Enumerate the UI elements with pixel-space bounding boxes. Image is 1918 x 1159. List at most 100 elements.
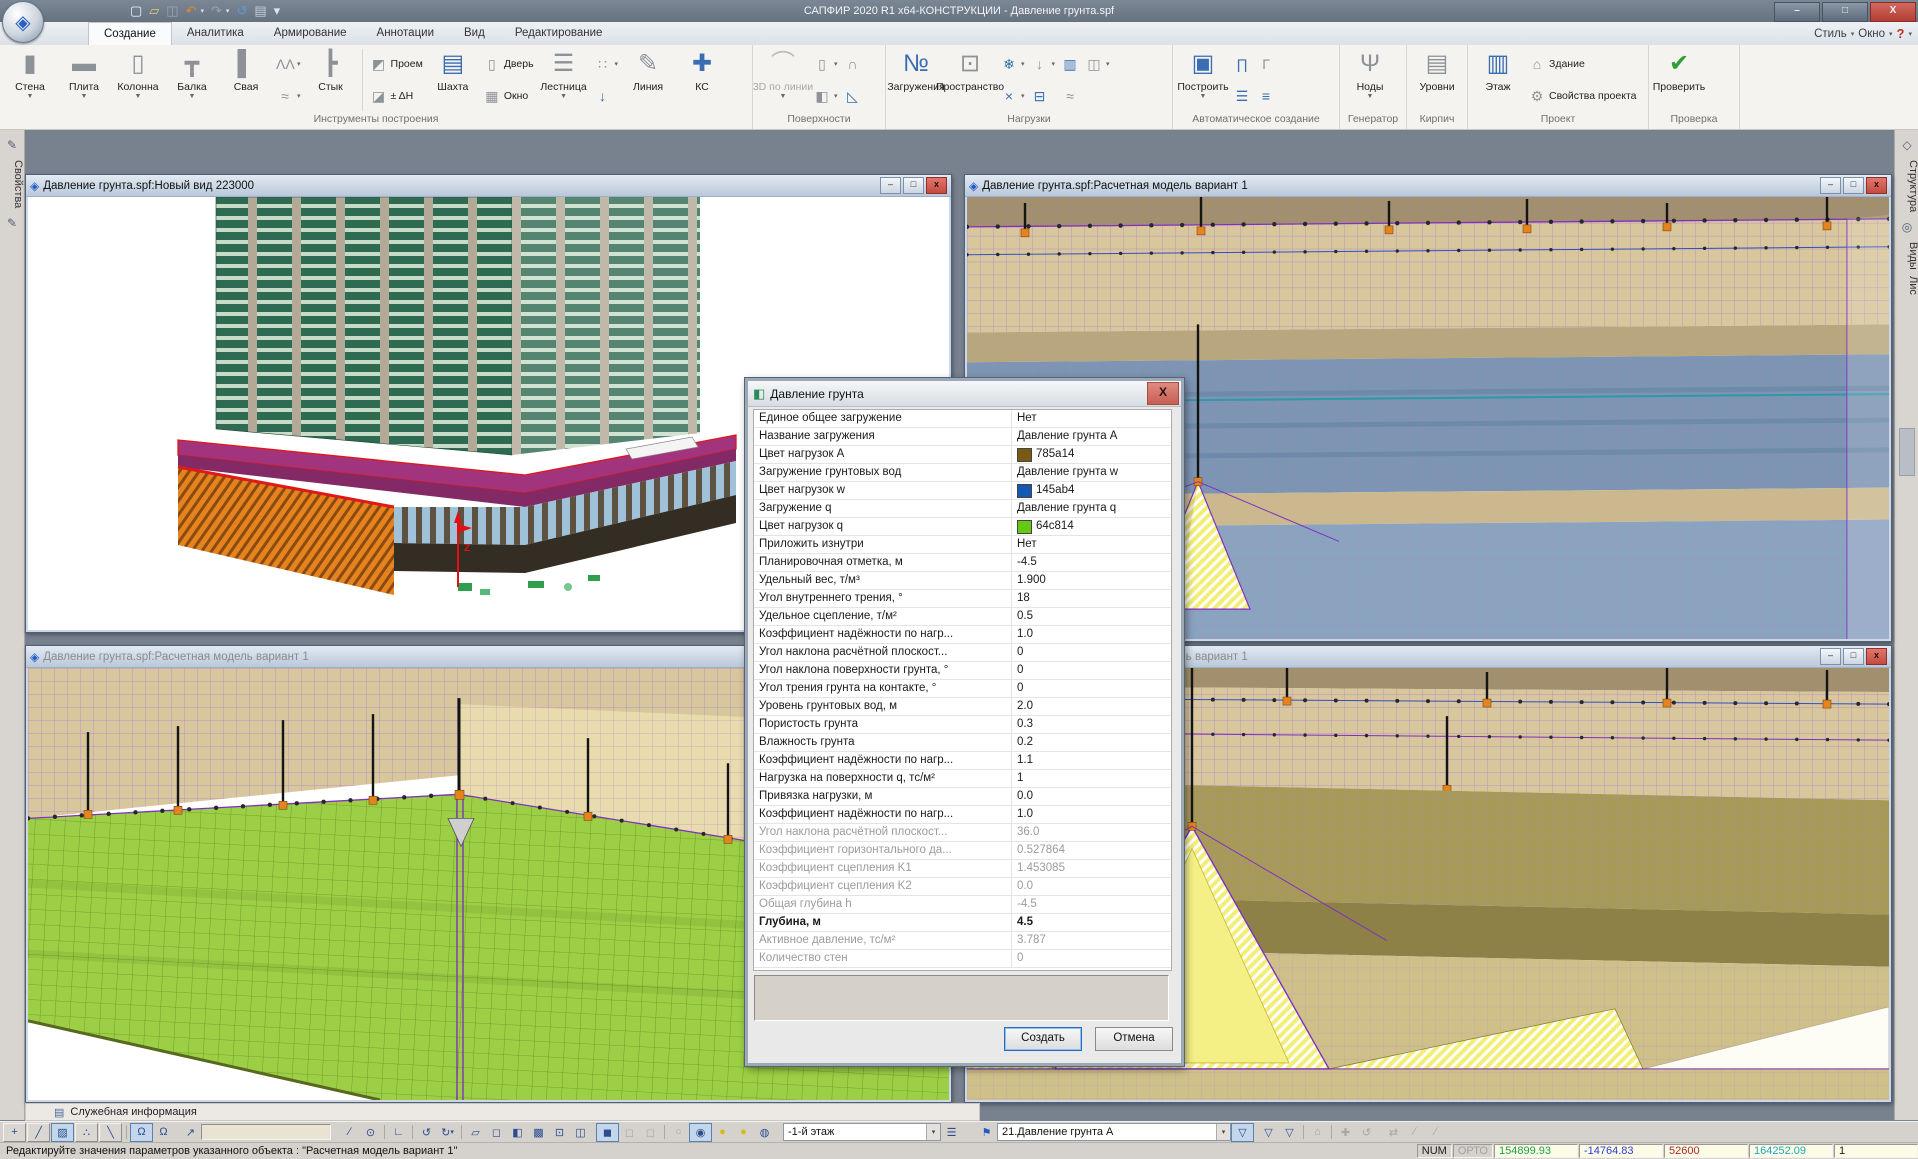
ribbon-button-Дверь[interactable]: ▯Дверь: [483, 54, 534, 74]
ribbon-button-piles-icon[interactable]: ∏: [1233, 54, 1251, 74]
levels-list-button[interactable]: ☰: [941, 1124, 962, 1141]
view-mode-1-button[interactable]: ▱: [465, 1124, 486, 1141]
caret-icon[interactable]: ▾: [1889, 30, 1893, 38]
create-button[interactable]: Создать: [1004, 1027, 1082, 1051]
ribbon-button-Колонна[interactable]: ▯Колонна▼: [112, 47, 164, 113]
views-tab[interactable]: Виды: [1895, 242, 1918, 270]
property-row[interactable]: Пористость грунта0.3: [754, 716, 1171, 734]
view-print-button[interactable]: ◻: [640, 1124, 661, 1141]
dropdown-caret-icon[interactable]: ▾: [926, 1124, 940, 1140]
window-titlebar[interactable]: ◈ Давление грунта.spf:Новый вид 223000 –…: [26, 175, 951, 197]
caret-icon[interactable]: ▾: [226, 7, 230, 15]
ribbon-button-truss-icon[interactable]: ΛΛ▾: [276, 54, 301, 74]
toolbar-overflow-icon[interactable]: ▾: [274, 0, 281, 22]
ribbon-button-Свая[interactable]: ▌Свая: [220, 47, 272, 113]
caret-icon[interactable]: ▾: [201, 7, 205, 15]
window-maximize-button[interactable]: □: [903, 177, 924, 194]
ribbon-button-elastic-support-icon[interactable]: ≈: [1061, 86, 1079, 106]
property-row[interactable]: Угол наклона поверхности грунта, °0: [754, 662, 1171, 680]
right-panel-scroll-thumb[interactable]: [1899, 428, 1915, 476]
edit-properties-icon-2[interactable]: ✎: [0, 216, 24, 230]
ribbon-button-drop-icon[interactable]: ↓: [594, 86, 619, 106]
app-minimize-button[interactable]: –: [1774, 2, 1820, 22]
move-button[interactable]: ⇄: [1383, 1124, 1404, 1141]
property-value[interactable]: 1.0: [1012, 806, 1171, 823]
property-row[interactable]: Угол наклона расчётной плоскост...0: [754, 644, 1171, 662]
property-row[interactable]: Планировочная отметка, м-4.5: [754, 554, 1171, 572]
property-value[interactable]: 1.453085: [1012, 860, 1171, 877]
snap-diag-button[interactable]: ╲: [99, 1123, 122, 1142]
property-value[interactable]: Давление грунта w: [1012, 464, 1171, 481]
property-row[interactable]: Уровень грунтовых вод, м2.0: [754, 698, 1171, 716]
property-row[interactable]: Коэффициент горизонтального да...0.52786…: [754, 842, 1171, 860]
ribbon-button-Загружения[interactable]: №Загружения: [890, 47, 942, 113]
caret-icon[interactable]: ▾: [1908, 30, 1912, 38]
tab-Армирование[interactable]: Армирование: [259, 22, 362, 45]
snap-line-button[interactable]: ╱: [27, 1123, 50, 1142]
property-value[interactable]: 0: [1012, 644, 1171, 661]
property-value[interactable]: 0: [1012, 680, 1171, 697]
property-value[interactable]: 0: [1012, 950, 1171, 967]
ribbon-button-Ноды[interactable]: ΨНоды▼: [1344, 47, 1396, 113]
property-value[interactable]: 785a14: [1012, 446, 1171, 463]
property-row[interactable]: Коэффициент сцепления K20.0: [754, 878, 1171, 896]
ribbon-button-empty[interactable]: [1085, 86, 1110, 106]
property-value[interactable]: 145ab4: [1012, 482, 1171, 499]
ribbon-button-Шахта[interactable]: ▤Шахта: [427, 47, 479, 113]
cancel-button[interactable]: Отмена: [1095, 1027, 1173, 1051]
ribbon-button-point-load-icon[interactable]: ↓▾: [1031, 54, 1056, 74]
ribbon-button-point-grid-icon[interactable]: ∷▾: [594, 54, 619, 74]
property-row[interactable]: Цвет нагрузок A785a14: [754, 446, 1171, 464]
ribbon-button-wind-load-icon[interactable]: ×▾: [1000, 86, 1025, 106]
status-toggle-NUM[interactable]: NUM: [1417, 1144, 1452, 1158]
filter-pick-button[interactable]: ▽: [1258, 1124, 1279, 1141]
lamp-active-button[interactable]: ◉: [689, 1123, 712, 1142]
ribbon-button-Плита[interactable]: ▬Плита▼: [58, 47, 110, 113]
view-mode-5-button[interactable]: ⊡: [549, 1124, 570, 1141]
property-value[interactable]: 2.0: [1012, 698, 1171, 715]
property-row[interactable]: Приложить изнутриНет: [754, 536, 1171, 554]
filter-button[interactable]: ▽: [1231, 1123, 1254, 1142]
property-value[interactable]: 0.0: [1012, 788, 1171, 805]
ribbon-button-Балка[interactable]: ┳Балка▼: [166, 47, 218, 113]
property-row[interactable]: Угол внутреннего трения, °18: [754, 590, 1171, 608]
load-select[interactable]: 21.Давление грунта A▾: [997, 1123, 1231, 1141]
orbit-button[interactable]: ↺: [1356, 1124, 1377, 1141]
load-flag-button[interactable]: ⚑: [976, 1124, 997, 1141]
window-minimize-button[interactable]: –: [880, 177, 901, 194]
save-icon[interactable]: ◫: [166, 0, 178, 22]
menu-Стиль[interactable]: Стиль: [1814, 28, 1847, 40]
property-value[interactable]: 0: [1012, 662, 1171, 679]
property-value[interactable]: 0.0: [1012, 878, 1171, 895]
window-titlebar[interactable]: ◈ Давление грунта.spf:Расчетная модель в…: [965, 175, 1891, 197]
ribbon-button-wall-load-icon[interactable]: ◫▾: [1085, 54, 1110, 74]
window-close-button[interactable]: x: [926, 177, 947, 194]
slash-a-button[interactable]: ∕: [1404, 1124, 1425, 1141]
dialog-titlebar[interactable]: ◧ Давление грунта X: [748, 381, 1181, 407]
property-value[interactable]: -4.5: [1012, 896, 1171, 913]
ribbon-button-dome-icon[interactable]: ∩: [844, 54, 862, 74]
sheets-tab[interactable]: Лис: [1895, 276, 1918, 295]
ribbon-button-Здание[interactable]: ⌂Здание: [1528, 54, 1636, 74]
property-value[interactable]: 1.900: [1012, 572, 1171, 589]
view-current-button[interactable]: ◼: [596, 1123, 619, 1142]
view-mode-3-button[interactable]: ◧: [507, 1124, 528, 1141]
property-row[interactable]: Загружение грунтовых водДавление грунта …: [754, 464, 1171, 482]
service-info-bar[interactable]: ▤ Служебная информация: [25, 1103, 980, 1121]
lamp-off-button[interactable]: ○: [668, 1124, 689, 1141]
ribbon-button-3D по линии[interactable]: ⌒3D по линии▼: [757, 47, 809, 113]
property-row[interactable]: Количество стен0: [754, 950, 1171, 968]
structure-tab[interactable]: Структура: [1895, 160, 1918, 212]
floor-select[interactable]: -1-й этаж▾: [783, 1123, 941, 1141]
new-file-icon[interactable]: ▢: [130, 0, 142, 22]
snap-points-button[interactable]: ∴: [75, 1123, 98, 1142]
ribbon-button-КС[interactable]: ✚КС: [676, 47, 728, 113]
window-close-button[interactable]: x: [1866, 177, 1887, 194]
property-row[interactable]: Коэффициент надёжности по нагр...1.0: [754, 626, 1171, 644]
material-button[interactable]: ◍: [754, 1124, 775, 1141]
tab-Создание[interactable]: Создание: [88, 22, 172, 45]
app-close-button[interactable]: X: [1870, 2, 1916, 22]
property-value[interactable]: 1: [1012, 770, 1171, 787]
property-row[interactable]: Единое общее загружениеНет: [754, 410, 1171, 428]
ribbon-button-Свойства проекта[interactable]: ⚙Свойства проекта: [1528, 86, 1636, 106]
